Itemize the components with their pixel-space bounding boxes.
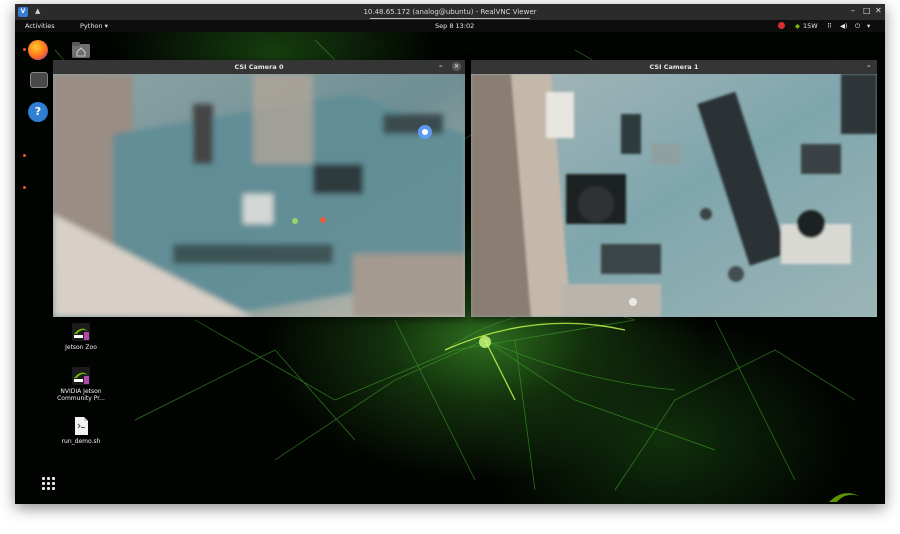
maximize-button[interactable]: □ [863, 6, 871, 15]
camera-window-0[interactable]: CSI Camera 0 – ✕ [53, 60, 465, 317]
nvidia-icon [72, 367, 90, 385]
desktop-icon-nvidia-community[interactable]: NVIDIA Jetson Community Pr... [51, 366, 111, 402]
volume-icon[interactable]: ◀) [840, 22, 848, 30]
desktop-icon-home[interactable] [51, 40, 111, 62]
camera-window-0-titlebar[interactable]: CSI Camera 0 – ✕ [53, 60, 465, 74]
camera-window-1[interactable]: CSI Camera 1 – [471, 60, 877, 317]
files-icon[interactable] [30, 72, 48, 88]
camera-0-close-button[interactable]: ✕ [452, 62, 461, 71]
nvidia-icon [72, 323, 90, 341]
camera-0-minimize-button[interactable]: – [439, 62, 443, 70]
remote-desktop[interactable]: Activities Python ▾ Sep 8 13:02 ◆ 15W ⠿ … [15, 20, 885, 504]
system-menu-chevron-icon[interactable]: ▾ [867, 22, 870, 30]
camera-1-feed [471, 74, 877, 317]
camera-window-1-titlebar[interactable]: CSI Camera 1 – [471, 60, 877, 74]
activities-button[interactable]: Activities [25, 22, 55, 30]
camera-0-feed [53, 74, 465, 317]
power-icon[interactable]: ⏻ [855, 22, 860, 31]
desktop-icon-label: NVIDIA Jetson Community Pr... [57, 388, 105, 402]
nvidia-power-icon[interactable]: ◆ [795, 22, 800, 30]
script-file-icon [75, 417, 88, 435]
home-folder-icon [72, 42, 90, 58]
vnc-title-underline [370, 18, 530, 19]
vnc-viewer-window: V ▲ 10.48.65.172 (analog@ubuntu) - RealV… [15, 4, 885, 504]
desktop-icon-label: Jetson Zoo [65, 344, 97, 351]
vnc-titlebar[interactable]: V ▲ 10.48.65.172 (analog@ubuntu) - RealV… [15, 4, 885, 20]
camera-window-1-title: CSI Camera 1 [649, 63, 699, 71]
desktop-icon-label: run_demo.sh [61, 438, 101, 445]
desktop-icon-jetson-zoo[interactable]: Jetson Zoo [51, 322, 111, 351]
minimize-button[interactable]: – [851, 6, 855, 15]
do-not-disturb-icon[interactable] [778, 22, 785, 29]
dock: ? [20, 34, 54, 504]
network-icon[interactable]: ⠿ [827, 22, 832, 30]
camera-window-0-title: CSI Camera 0 [234, 63, 284, 71]
help-icon[interactable]: ? [28, 102, 48, 122]
desktop-icon-run-demo[interactable]: run_demo.sh [51, 416, 111, 445]
close-button[interactable]: ✕ [875, 6, 882, 15]
running-indicator [23, 186, 26, 189]
running-indicator [23, 48, 26, 51]
clock[interactable]: Sep 8 13:02 [435, 22, 474, 30]
power-mode-label[interactable]: 15W [803, 22, 818, 30]
running-indicator [23, 154, 26, 157]
camera-1-minimize-button[interactable]: – [867, 62, 871, 70]
nvidia-logo-watermark [829, 493, 859, 502]
app-menu-python[interactable]: Python ▾ [80, 22, 108, 30]
show-applications-icon[interactable] [42, 477, 56, 491]
vnc-window-title: 10.48.65.172 (analog@ubuntu) - RealVNC V… [363, 8, 537, 16]
firefox-icon[interactable] [28, 40, 48, 60]
gnome-top-bar: Activities Python ▾ Sep 8 13:02 ◆ 15W ⠿ … [15, 20, 885, 32]
